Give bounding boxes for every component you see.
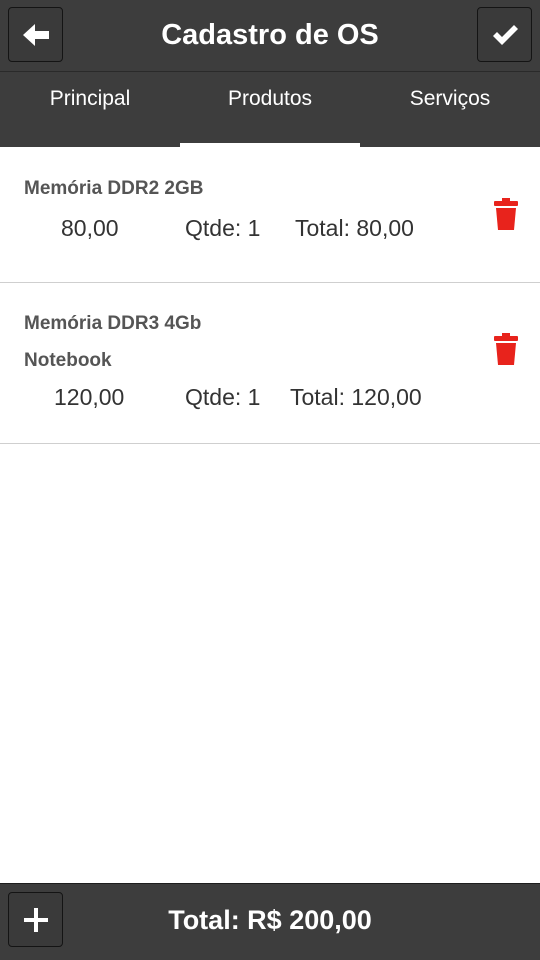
product-price: 80,00 bbox=[61, 215, 119, 241]
tab-bar: Principal Produtos Serviços bbox=[0, 72, 540, 147]
page-title: Cadastro de OS bbox=[161, 18, 379, 51]
product-name: Memória DDR2 2GB bbox=[24, 178, 204, 199]
product-quantity: Qtde: 1 bbox=[185, 384, 261, 410]
trash-icon[interactable] bbox=[494, 198, 518, 230]
tab-servicos[interactable]: Serviços bbox=[360, 72, 540, 147]
product-total: Total: 120,00 bbox=[290, 384, 422, 410]
list-item[interactable]: Memória DDR2 2GB 80,00 Qtde: 1 Total: 80… bbox=[0, 147, 540, 283]
product-total: Total: 80,00 bbox=[295, 215, 414, 241]
product-subtitle: Notebook bbox=[24, 350, 112, 371]
product-list: Memória DDR2 2GB 80,00 Qtde: 1 Total: 80… bbox=[0, 147, 540, 444]
order-total: Total: R$ 200,00 bbox=[168, 904, 372, 935]
product-name: Memória DDR3 4Gb bbox=[24, 313, 202, 334]
add-product-button[interactable] bbox=[8, 892, 63, 947]
confirm-button[interactable] bbox=[477, 7, 532, 62]
tab-principal[interactable]: Principal bbox=[0, 72, 180, 147]
arrow-left-icon bbox=[22, 23, 49, 46]
tab-produtos[interactable]: Produtos bbox=[180, 72, 360, 147]
back-button[interactable] bbox=[8, 7, 63, 62]
plus-icon bbox=[23, 907, 48, 932]
bottom-bar: Total: R$ 200,00 bbox=[0, 883, 540, 960]
top-bar: Cadastro de OS bbox=[0, 0, 540, 72]
trash-icon[interactable] bbox=[494, 333, 518, 365]
product-quantity: Qtde: 1 bbox=[185, 215, 261, 241]
list-item[interactable]: Memória DDR3 4Gb Notebook 120,00 Qtde: 1… bbox=[0, 283, 540, 444]
product-price: 120,00 bbox=[54, 384, 125, 410]
app-screen: Cadastro de OS Principal Produtos Serviç… bbox=[0, 0, 540, 960]
checkmark-icon bbox=[492, 24, 518, 45]
